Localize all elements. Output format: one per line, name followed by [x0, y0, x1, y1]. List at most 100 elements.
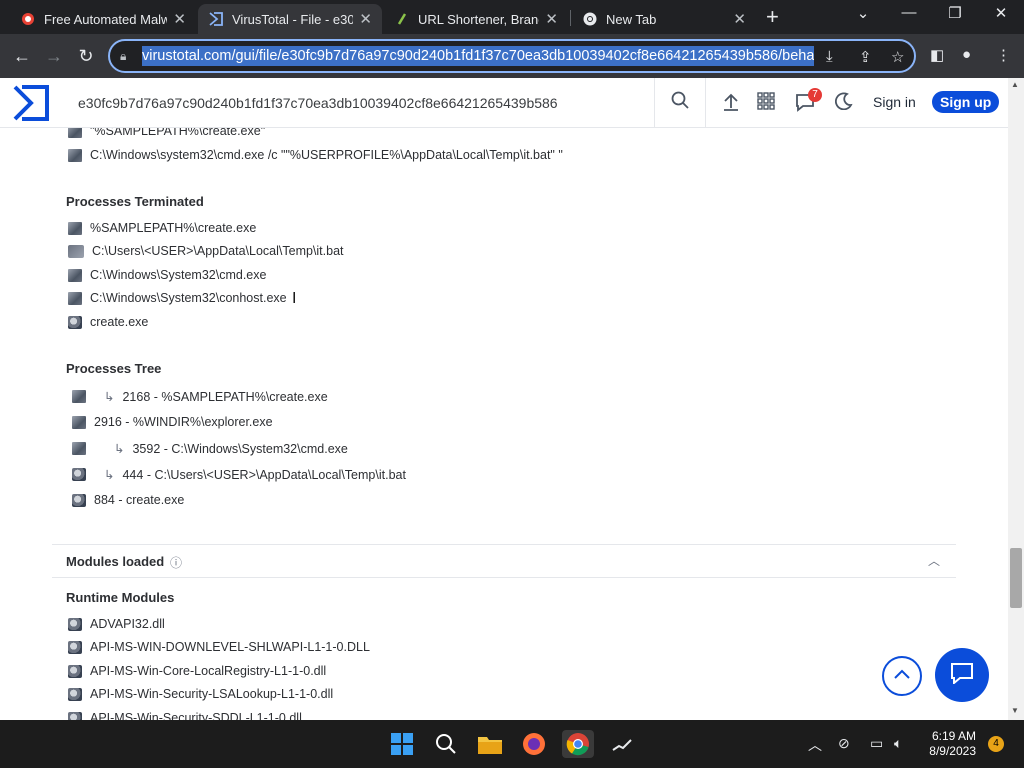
- package-icon: [68, 640, 82, 654]
- scrollbar-thumb[interactable]: [1010, 548, 1022, 608]
- text-cursor-icon: I: [292, 290, 297, 307]
- display-icon[interactable]: ▭: [870, 735, 883, 752]
- back-button[interactable]: ←: [10, 45, 34, 67]
- modules-loaded-section-header[interactable]: Modules loaded ⓘ ︿: [52, 544, 956, 578]
- list-item: C:\Users\<USER>\AppData\Local\Temp\it.ba…: [68, 244, 344, 258]
- tab-bitly[interactable]: URL Shortener, Brande ✕: [384, 4, 568, 34]
- search-icon: [671, 91, 689, 114]
- close-icon[interactable]: ✕: [545, 10, 558, 28]
- scroll-down-arrow-icon[interactable]: ▼: [1011, 706, 1019, 715]
- tab-title: New Tab: [606, 11, 657, 27]
- file-hash-search[interactable]: e30fc9b7d76a97c90d240b1fd1f37c70ea3db100…: [78, 95, 558, 111]
- close-icon[interactable]: ✕: [733, 10, 746, 28]
- close-icon[interactable]: ✕: [173, 10, 186, 28]
- chrome-taskbar-icon[interactable]: [562, 730, 594, 758]
- tree-branch-icon: ↳: [114, 442, 125, 456]
- tree-item: ↳ 444 - C:\Users\<USER>\AppData\Local\Tem…: [72, 467, 406, 482]
- notification-badge: 7: [808, 88, 822, 102]
- tree-item: ↳ 2168 - %SAMPLEPATH%\create.exe: [72, 389, 328, 404]
- tree-branch-icon: ↳: [104, 390, 115, 404]
- chevron-up-icon[interactable]: ︿: [808, 735, 822, 755]
- list-item: C:\Windows\system32\cmd.exe /c ""%USERPR…: [68, 148, 563, 162]
- process-icon: [68, 221, 82, 235]
- terminal-app-icon[interactable]: [608, 730, 636, 758]
- virustotal-logo[interactable]: [12, 84, 50, 127]
- restore-button[interactable]: ❐: [940, 4, 970, 22]
- notification-count-badge[interactable]: 4: [988, 736, 1004, 752]
- list-item: API-MS-Win-Security-LSALookup-L1-1-0.dll: [68, 687, 333, 701]
- tab-search-icon[interactable]: ⌄: [848, 4, 878, 22]
- browser-window: Free Automated Malwa ✕ VirusTotal - File…: [0, 0, 1024, 768]
- search-icon[interactable]: [432, 730, 460, 758]
- process-icon: [68, 268, 82, 282]
- search-button[interactable]: [654, 78, 706, 127]
- reload-button[interactable]: ↻: [74, 45, 98, 67]
- list-item: API-MS-WIN-DOWNLEVEL-SHLWAPI-L1-1-0.DLL: [68, 640, 370, 654]
- tree-item: 884 - create.exe: [72, 493, 184, 507]
- clock-date: 8/9/2023: [929, 744, 976, 758]
- process-icon: [68, 291, 82, 305]
- install-app-icon[interactable]: ⤓: [826, 48, 833, 65]
- upload-icon[interactable]: [722, 92, 740, 117]
- tab-any-run[interactable]: Free Automated Malwa ✕: [10, 4, 196, 34]
- volume-icon[interactable]: 🔈︎: [894, 735, 902, 752]
- sign-up-button[interactable]: Sign up: [932, 91, 1000, 113]
- dark-mode-moon-icon[interactable]: [834, 92, 853, 115]
- network-off-icon[interactable]: ⊘: [838, 735, 850, 752]
- new-tab-button[interactable]: +: [766, 6, 779, 28]
- package-icon: [68, 664, 82, 678]
- system-clock[interactable]: 6:19 AM 8/9/2023: [918, 729, 976, 759]
- sign-in-link[interactable]: Sign in: [873, 94, 916, 110]
- close-icon[interactable]: ✕: [359, 10, 372, 28]
- address-bar[interactable]: 🔒︎ virustotal.com/gui/file/e30fc9b7d76a9…: [108, 39, 916, 73]
- package-icon: [72, 468, 86, 481]
- runtime-modules-heading: Runtime Modules: [66, 590, 175, 605]
- forward-button[interactable]: →: [42, 45, 66, 67]
- modules-loaded-heading: Modules loaded: [66, 554, 165, 569]
- processes-terminated-heading: Processes Terminated: [66, 194, 204, 209]
- behavior-content: "%SAMPLEPATH%\create.exe" C:\Windows\sys…: [0, 128, 1008, 720]
- menu-kebab-icon[interactable]: ⋮: [996, 46, 1011, 64]
- windows-start-icon[interactable]: [388, 730, 416, 758]
- tree-branch-icon: ↳: [104, 468, 115, 482]
- info-icon[interactable]: ⓘ: [170, 554, 182, 571]
- tab-title: Free Automated Malwa: [44, 11, 168, 27]
- minimize-button[interactable]: —: [894, 4, 924, 21]
- tab-new-tab[interactable]: New Tab ✕: [572, 4, 756, 34]
- url-text[interactable]: virustotal.com/gui/file/e30fc9b7d76a97c9…: [142, 46, 814, 66]
- tab-strip: Free Automated Malwa ✕ VirusTotal - File…: [0, 0, 1024, 34]
- package-icon: [68, 711, 82, 720]
- list-item: %SAMPLEPATH%\create.exe: [68, 221, 256, 235]
- list-item: API-MS-Win-Core-LocalRegistry-L1-1-0.dll: [68, 664, 326, 678]
- side-panel-icon[interactable]: ◧: [930, 46, 944, 64]
- bookmark-star-icon[interactable]: ☆: [891, 48, 904, 66]
- page-scrollbar[interactable]: ▲ ▼: [1008, 78, 1024, 720]
- chevron-up-icon: [893, 667, 911, 685]
- profile-icon[interactable]: ●: [962, 46, 971, 63]
- list-item: "%SAMPLEPATH%\create.exe": [68, 128, 265, 138]
- package-icon: [72, 493, 86, 507]
- file-explorer-icon[interactable]: [476, 730, 504, 758]
- apps-grid-icon[interactable]: [757, 92, 775, 115]
- clock-time: 6:19 AM: [931, 729, 976, 743]
- chevron-up-icon[interactable]: ︿: [928, 552, 940, 569]
- bitly-icon: [394, 11, 410, 27]
- chat-bubble-icon: [950, 662, 974, 689]
- tab-virustotal[interactable]: VirusTotal - File - e30fc ✕: [198, 4, 382, 34]
- list-item: C:\Windows\System32\conhost.exe: [68, 291, 287, 305]
- tree-item: ↳ 3592 - C:\Windows\System32\cmd.exe: [72, 441, 348, 456]
- scroll-to-top-button[interactable]: [882, 656, 922, 696]
- firefox-icon[interactable]: [520, 730, 548, 758]
- process-icon: [68, 148, 82, 162]
- process-icon: [68, 128, 82, 138]
- process-icon: [72, 415, 86, 429]
- lock-icon[interactable]: 🔒︎: [120, 49, 134, 64]
- share-icon[interactable]: ⇪: [859, 48, 872, 66]
- tab-separator: [570, 10, 571, 26]
- package-icon: [68, 315, 82, 329]
- browser-toolbar: ← → ↻ 🔒︎ virustotal.com/gui/file/e30fc9b…: [0, 34, 1024, 78]
- chat-button[interactable]: [935, 648, 989, 702]
- scroll-up-arrow-icon[interactable]: ▲: [1011, 80, 1019, 89]
- close-window-button[interactable]: ✕: [986, 4, 1016, 22]
- package-icon: [68, 687, 82, 701]
